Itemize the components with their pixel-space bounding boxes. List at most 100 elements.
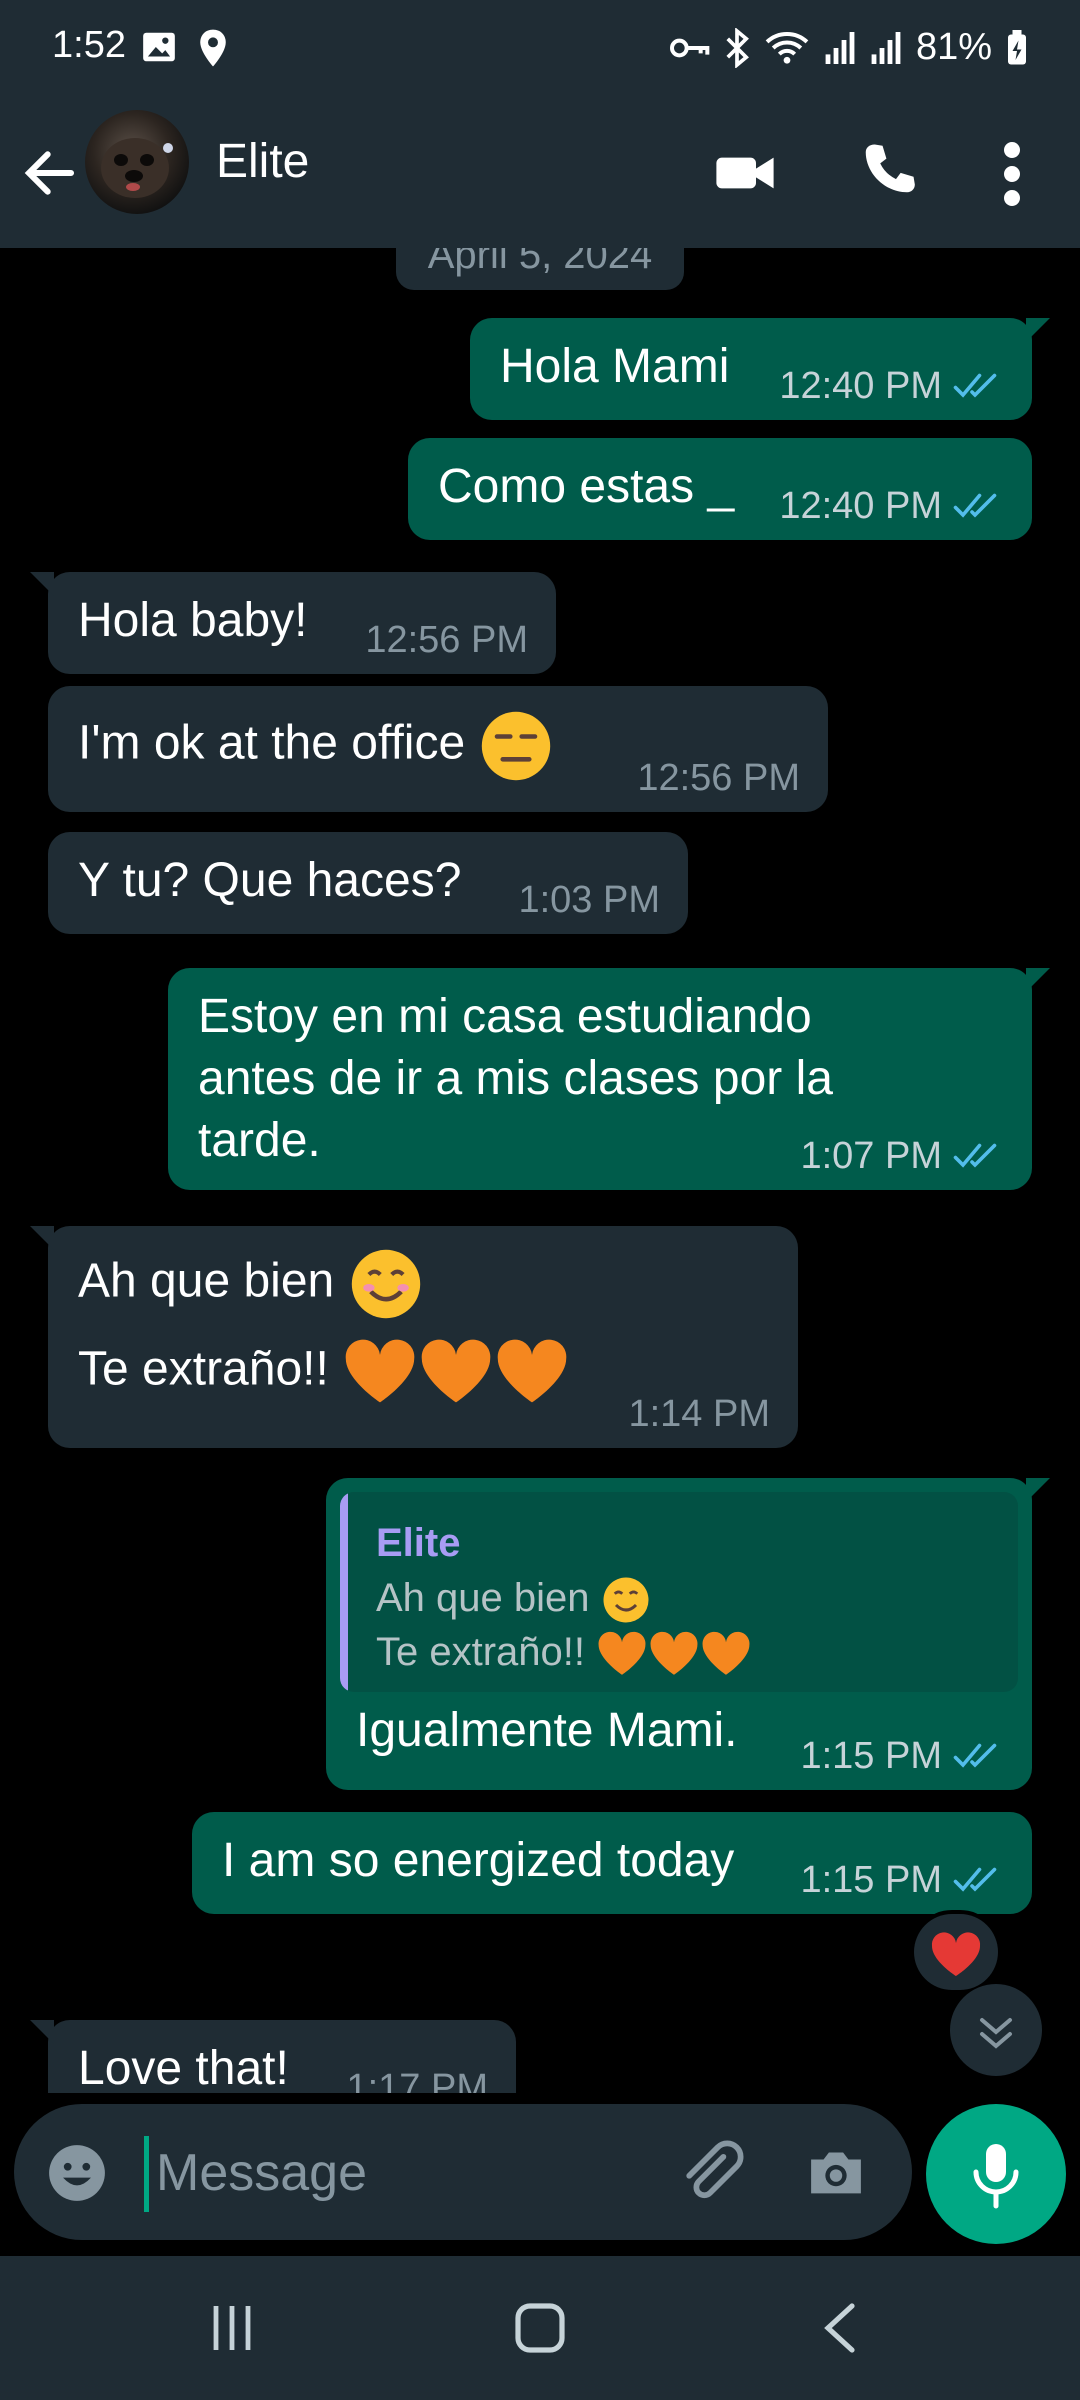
orange-heart-emoji	[421, 1339, 491, 1403]
message-text: Hola Mami	[500, 340, 730, 393]
camera-button[interactable]	[804, 2140, 868, 2204]
read-ticks-icon	[953, 493, 997, 518]
dog-avatar-image	[101, 138, 173, 198]
message-line-2: Te extraño!!	[78, 1342, 329, 1396]
message-meta: 1:15 PM	[800, 1860, 1004, 1900]
message-meta: 1:15 PM	[800, 1736, 1004, 1776]
wifi-icon	[765, 31, 809, 64]
message-bubble-outgoing-reply[interactable]: Elite Ah que bien Te extraño!! Igualment…	[326, 1478, 1050, 1790]
video-camera-icon	[716, 157, 774, 189]
paperclip-icon	[686, 2140, 744, 2199]
quote-accent-bar	[340, 1492, 348, 1692]
back-button[interactable]	[22, 138, 78, 208]
nav-back-button[interactable]	[812, 2300, 866, 2356]
message-text: Love that!	[78, 2042, 289, 2093]
message-bubble-incoming[interactable]: Hola baby! 12:56 PM	[30, 572, 556, 674]
expressionless-face-emoji	[482, 711, 551, 781]
more-vert-icon	[1004, 142, 1020, 206]
message-input[interactable]	[154, 2126, 658, 2220]
message-meta: 1:07 PM	[800, 1136, 1004, 1176]
home-icon	[515, 2303, 565, 2353]
orange-heart-emoji	[345, 1339, 415, 1403]
orange-heart-emoji	[702, 1632, 750, 1676]
message-line-1: Estoy en mi casa estudiando	[198, 990, 812, 1043]
battery-icon	[1008, 29, 1026, 64]
date-divider: April 5, 2024	[396, 248, 684, 290]
message-bubble-outgoing[interactable]: Hola Mami 12:40 PM	[470, 318, 1050, 420]
system-navigation-bar	[0, 2256, 1080, 2400]
quote-line-1: Ah que bien	[376, 1576, 590, 1620]
scroll-to-bottom-button[interactable]	[950, 1984, 1042, 2076]
chevron-left-icon	[824, 2303, 855, 2353]
message-meta: 1:17 PM	[346, 2068, 488, 2093]
message-text: I am so energized today	[222, 1834, 735, 1887]
location-icon	[200, 29, 226, 67]
message-time: 1:03 PM	[518, 879, 660, 921]
message-line-1-wrap: Ah que bien	[78, 1246, 424, 1322]
signal-icon	[825, 31, 855, 64]
voice-message-button[interactable]	[926, 2104, 1066, 2244]
message-time: 1:14 PM	[628, 1393, 770, 1435]
avatar[interactable]	[85, 110, 189, 214]
contact-name[interactable]: Elite	[216, 134, 309, 189]
more-options-button[interactable]	[995, 134, 1029, 214]
voice-call-button[interactable]	[858, 134, 920, 204]
message-text: Hola baby!	[78, 594, 308, 647]
emoji-button[interactable]	[46, 2142, 108, 2204]
camera-icon	[811, 2152, 861, 2194]
read-ticks-icon	[953, 1143, 997, 1168]
message-time: 12:56 PM	[365, 619, 528, 661]
text-caret	[144, 2136, 149, 2212]
message-bubble-incoming[interactable]: I'm ok at the office 12:56 PM	[48, 686, 828, 812]
arrow-back-icon	[24, 151, 75, 195]
gallery-icon	[143, 32, 175, 62]
message-meta: 12:56 PM	[365, 620, 528, 660]
vpn-key-icon	[669, 38, 710, 57]
status-left-icons	[140, 28, 230, 68]
battery-percent: 81%	[915, 26, 992, 68]
quoted-message[interactable]: Elite Ah que bien Te extraño!!	[340, 1492, 1018, 1692]
orange-heart-emoji	[598, 1632, 646, 1676]
message-text: Como estas _	[438, 460, 735, 513]
message-list[interactable]: April 5, 2024 Hola Mami 12:40 PM Como es…	[0, 248, 1080, 2093]
message-meta: 1:03 PM	[518, 880, 660, 920]
home-button[interactable]	[508, 2296, 572, 2360]
double-chevron-down-icon	[980, 2018, 1012, 2049]
message-bubble-incoming[interactable]: Ah que bien Te extraño!! 1:14 PM	[30, 1226, 798, 1448]
message-bubble-outgoing[interactable]: Como estas _ 12:40 PM	[408, 438, 1032, 540]
message-bubble-incoming[interactable]: Love that! 1:17 PM	[30, 2020, 516, 2093]
read-ticks-icon	[953, 1867, 997, 1892]
message-bubble-outgoing[interactable]: I am so energized today 1:15 PM	[192, 1812, 1032, 1914]
message-line-2: antes de ir a mis clases por la	[198, 1052, 833, 1105]
message-meta: 1:14 PM	[628, 1394, 770, 1434]
status-bar: 1:52 81%	[0, 0, 1080, 98]
smiling-face-emoji	[351, 1249, 420, 1319]
message-line-2-wrap: Te extraño!!	[78, 1336, 570, 1408]
signal-icon-2	[871, 31, 901, 64]
reaction-badge[interactable]	[914, 1914, 998, 1990]
message-bubble-outgoing[interactable]: Estoy en mi casa estudiando antes de ir …	[168, 968, 1050, 1190]
emoji-icon	[49, 2145, 105, 2201]
recents-icon	[213, 2306, 251, 2350]
message-meta: 12:40 PM	[779, 486, 1004, 526]
quote-author: Elite	[376, 1521, 461, 1565]
message-bubble-incoming[interactable]: Y tu? Que haces? 1:03 PM	[48, 832, 688, 934]
quote-line-2-wrap: Te extraño!!	[376, 1628, 752, 1678]
message-time: 1:07 PM	[800, 1135, 942, 1177]
orange-heart-emoji	[650, 1632, 698, 1676]
recents-button[interactable]	[200, 2300, 264, 2356]
message-text-wrap: I'm ok at the office	[78, 708, 554, 784]
message-line-1: Ah que bien	[78, 1254, 335, 1308]
microphone-icon	[973, 2144, 1019, 2209]
video-call-button[interactable]	[712, 138, 778, 208]
orange-heart-emoji	[497, 1339, 567, 1403]
message-time: 12:40 PM	[779, 365, 942, 407]
attach-button[interactable]	[674, 2134, 750, 2210]
message-time: 1:15 PM	[800, 1859, 942, 1901]
status-right-icons: 81%	[669, 26, 1028, 69]
message-time: 1:17 PM	[346, 2067, 488, 2093]
message-text: Igualmente Mami.	[356, 1704, 738, 1757]
message-time: 12:40 PM	[779, 485, 942, 527]
status-time: 1:52	[52, 24, 126, 66]
message-time: 1:15 PM	[800, 1735, 942, 1777]
